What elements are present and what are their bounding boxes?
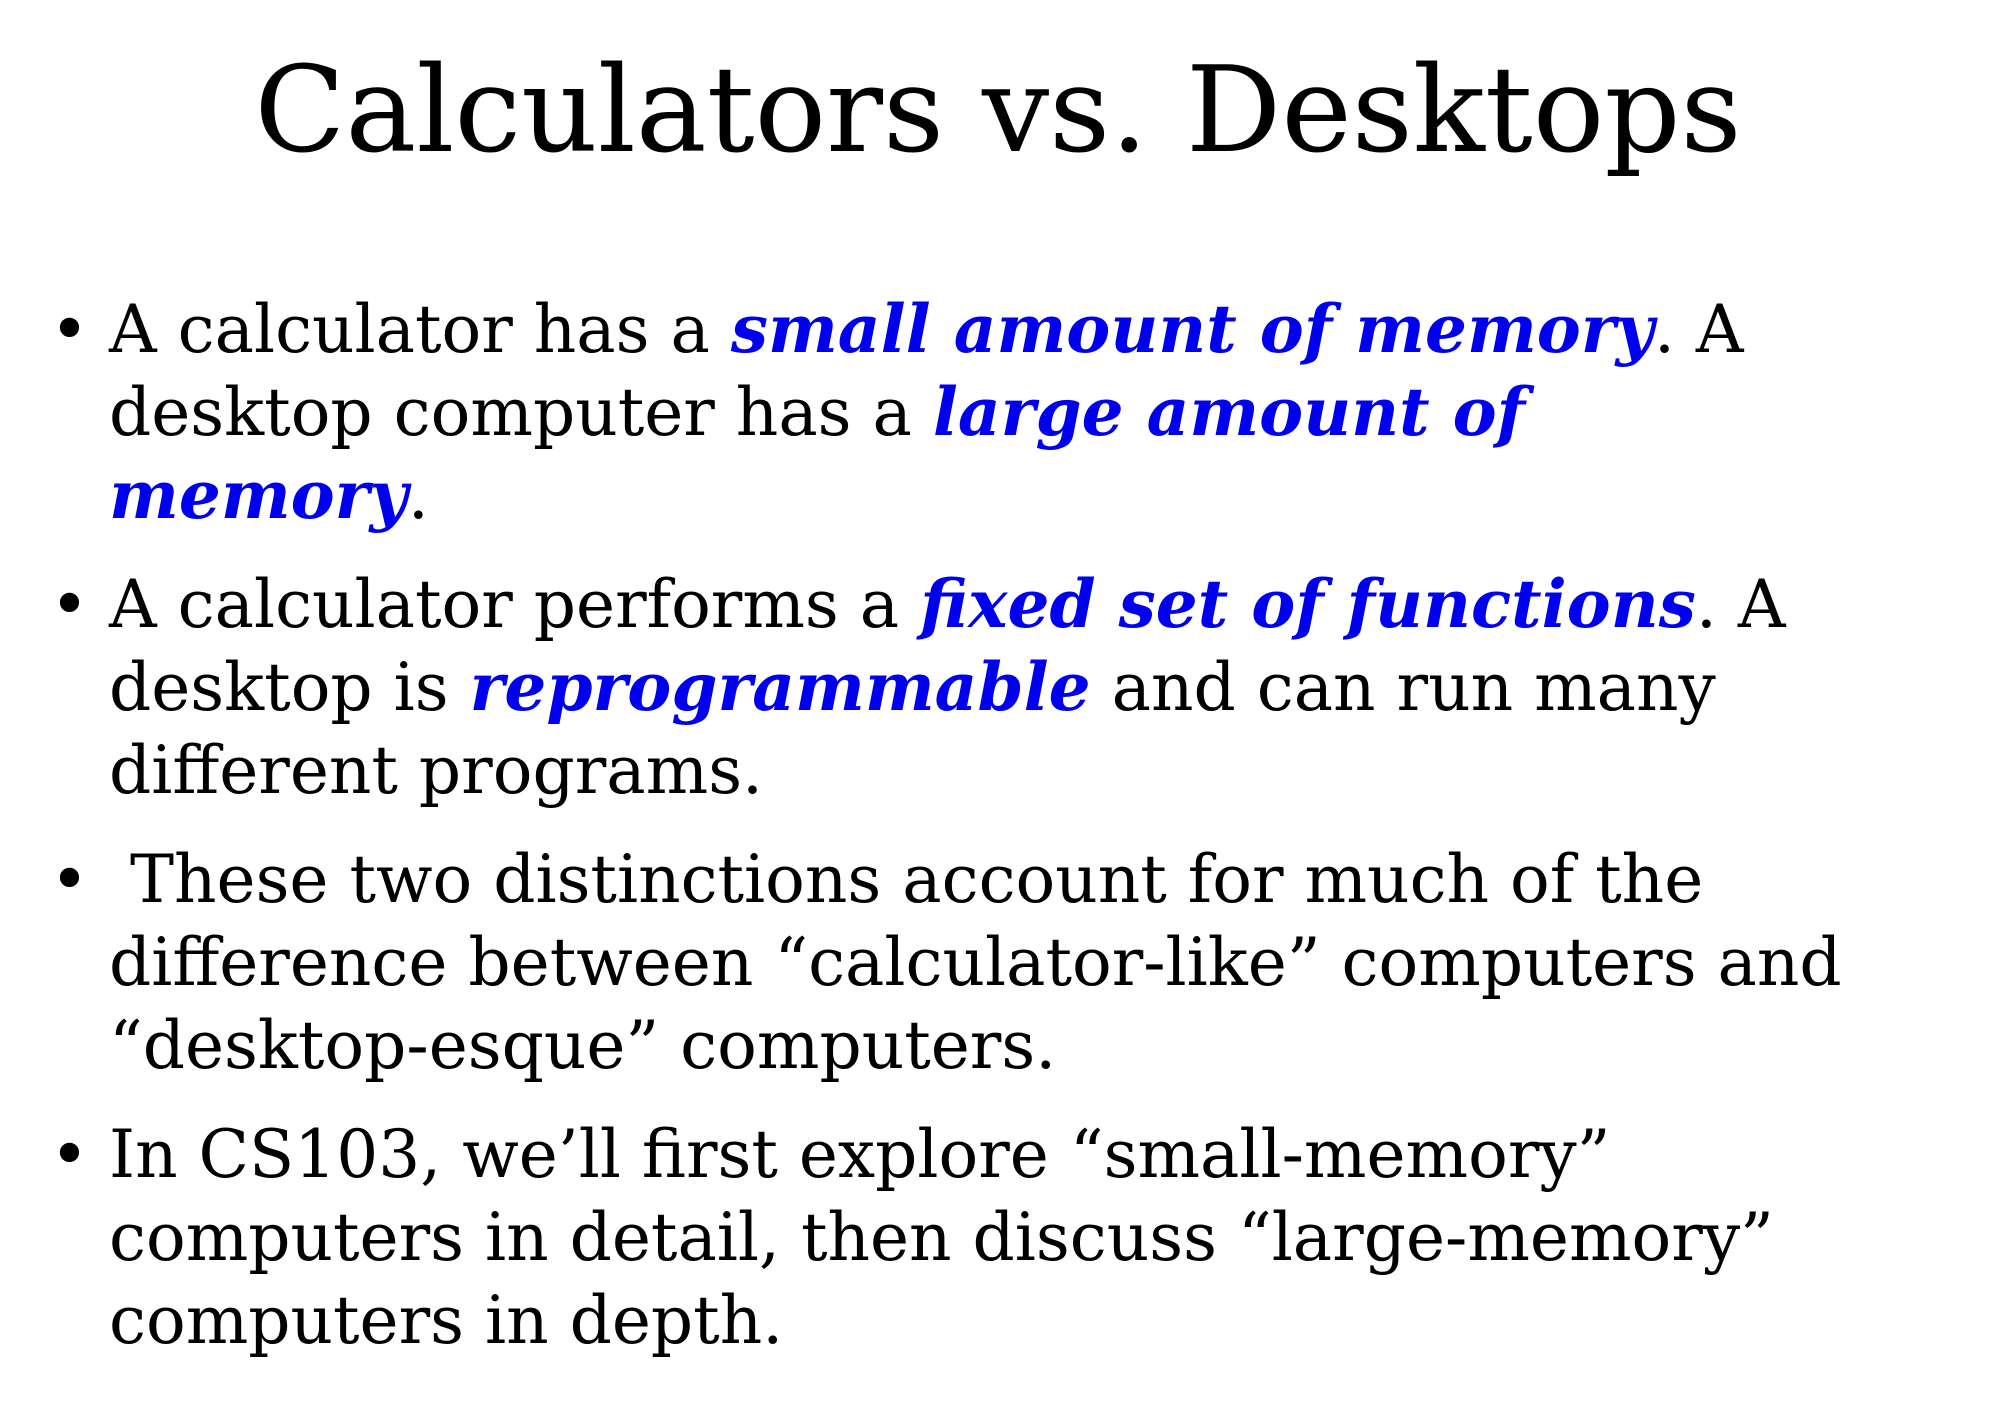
slide-title: Calculators vs. Desktops (254, 42, 1742, 180)
emphasized-text: reprogrammable (469, 648, 1091, 726)
text-line: memory. (109, 454, 1996, 537)
bullet-item: • A calculator performs a fixed set of fu… (0, 563, 1996, 812)
text-line: different programs. (109, 729, 1996, 812)
text-line: A calculator performs a fixed set of fun… (109, 563, 1996, 646)
bullet-list: • A calculator has a small amount of memo… (0, 288, 1996, 1388)
text-segment: A calculator has a (109, 291, 731, 368)
text-segment: A calculator performs a (109, 566, 921, 643)
emphasized-text: small amount of memory (730, 290, 1654, 368)
bullet-item: • In CS103, we’ll first explore “small-me… (0, 1113, 1996, 1362)
text-segment: “desktop-esque” computers. (109, 1007, 1057, 1084)
text-segment: desktop is (109, 649, 470, 726)
text-line: In CS103, we’ll first explore “small-mem… (109, 1113, 1996, 1196)
text-segment: different programs. (109, 732, 764, 809)
text-segment: and can run many (1090, 649, 1716, 726)
text-segment: . A (1653, 291, 1744, 368)
bullet-icon: • (50, 841, 89, 918)
text-segment: computers in depth. (109, 1282, 784, 1359)
bullet-item: • A calculator has a small amount of memo… (0, 288, 1996, 537)
text-line: A calculator has a small amount of memor… (109, 288, 1996, 371)
text-line: desktop computer has a large amount of (109, 371, 1996, 454)
text-segment: . A (1695, 566, 1786, 643)
text-line: computers in depth. (109, 1279, 1996, 1362)
text-line: difference between “calculator-like” com… (109, 921, 1996, 1004)
bullet-icon: • (50, 1116, 89, 1193)
text-segment: desktop computer has a (109, 374, 933, 451)
text-segment: . (407, 457, 429, 534)
text-line: These two distinctions account for much … (109, 838, 1996, 921)
text-line: computers in detail, then discuss “large… (109, 1196, 1996, 1279)
emphasized-text: fixed set of functions (920, 565, 1696, 643)
text-segment: computers in detail, then discuss “large… (109, 1199, 1774, 1276)
bullet-icon: • (50, 566, 89, 643)
emphasized-text: large amount of (932, 373, 1526, 451)
bullet-item: • These two distinctions account for muc… (0, 838, 1996, 1087)
bullet-icon: • (50, 291, 89, 368)
text-segment: difference between “calculator-like” com… (109, 924, 1842, 1001)
emphasized-text: memory (109, 456, 408, 534)
text-segment: These two distinctions account for much … (109, 841, 1704, 918)
text-segment: In CS103, we’ll first explore “small-mem… (109, 1116, 1611, 1193)
text-line: desktop is reprogrammable and can run ma… (109, 646, 1996, 729)
text-line: “desktop-esque” computers. (109, 1004, 1996, 1087)
